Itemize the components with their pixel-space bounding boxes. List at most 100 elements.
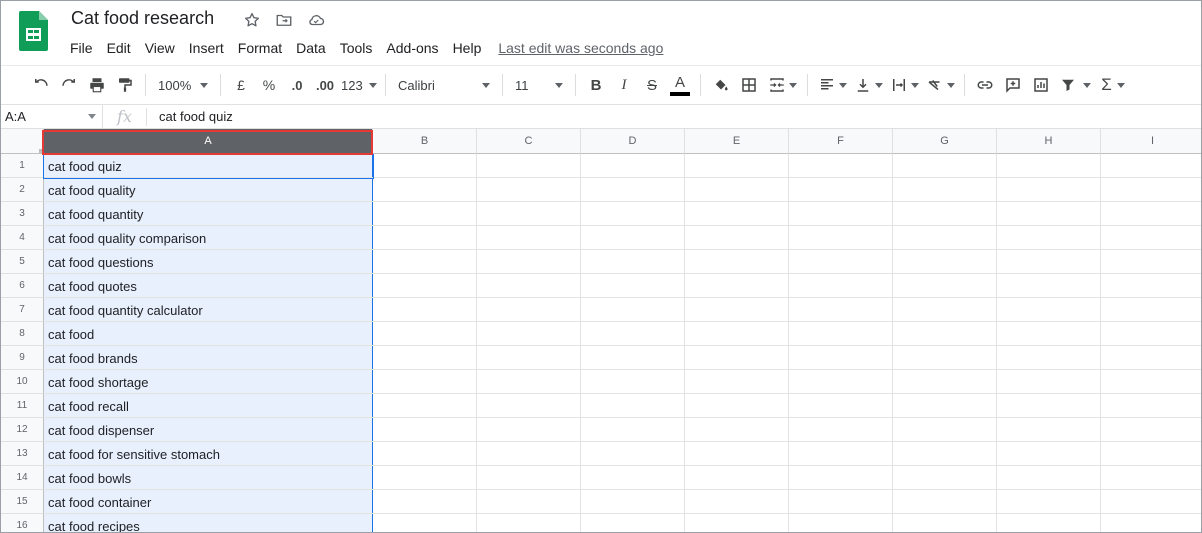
cell-a7[interactable]: cat food quantity calculator: [44, 298, 373, 322]
menu-file[interactable]: File: [63, 40, 100, 56]
column-header-b[interactable]: B: [373, 129, 477, 154]
insert-comment-icon[interactable]: [999, 71, 1027, 99]
last-edit-link[interactable]: Last edit was seconds ago: [498, 40, 663, 56]
row-header[interactable]: 12: [1, 418, 44, 442]
text-wrapping-icon[interactable]: [886, 71, 922, 99]
toolbar-divider: [700, 74, 701, 96]
sigma-icon: Σ: [1101, 75, 1112, 94]
sheets-logo-icon[interactable]: [19, 11, 48, 51]
filter-icon[interactable]: [1055, 71, 1095, 99]
toolbar-divider: [964, 74, 965, 96]
increase-decimal-button[interactable]: .00: [311, 71, 339, 99]
fill-color-icon[interactable]: [707, 71, 735, 99]
cell-a16[interactable]: cat food recipes: [44, 514, 373, 533]
percent-button[interactable]: %: [255, 71, 283, 99]
cell-a12[interactable]: cat food dispenser: [44, 418, 373, 442]
italic-button[interactable]: I: [610, 71, 638, 99]
menu-tools[interactable]: Tools: [333, 40, 380, 56]
select-all-corner[interactable]: [1, 129, 44, 154]
row-header[interactable]: 1: [1, 154, 44, 178]
functions-button[interactable]: Σ: [1095, 71, 1131, 99]
borders-icon[interactable]: [735, 71, 763, 99]
cell-a8[interactable]: cat food: [44, 322, 373, 346]
row-header[interactable]: 13: [1, 442, 44, 466]
column-header-g[interactable]: G: [893, 129, 997, 154]
zoom-select[interactable]: 100%: [152, 71, 214, 99]
formula-input[interactable]: cat food quiz: [147, 109, 233, 124]
row-header[interactable]: 5: [1, 250, 44, 274]
cell-a13[interactable]: cat food for sensitive stomach: [44, 442, 373, 466]
cell-a3[interactable]: cat food quantity: [44, 202, 373, 226]
row-header[interactable]: 3: [1, 202, 44, 226]
horizontal-align-icon[interactable]: [814, 71, 850, 99]
paint-format-icon[interactable]: [111, 71, 139, 99]
column-header-i[interactable]: I: [1101, 129, 1201, 154]
zoom-value: 100%: [158, 77, 192, 93]
vertical-align-icon[interactable]: [850, 71, 886, 99]
insert-link-icon[interactable]: [971, 71, 999, 99]
row-header[interactable]: 4: [1, 226, 44, 250]
column-header-d[interactable]: D: [581, 129, 685, 154]
strikethrough-button[interactable]: S: [638, 71, 666, 99]
cloud-status-icon[interactable]: [305, 9, 327, 31]
spreadsheet-grid: A B C D E F G H I 1 cat food quiz 2 cat food quality…: [1, 129, 1201, 533]
menu-view[interactable]: View: [138, 40, 182, 56]
name-box[interactable]: A:A: [1, 104, 103, 129]
decrease-decimal-button[interactable]: .0: [283, 71, 311, 99]
text-color-icon: A: [674, 73, 685, 91]
column-header-a[interactable]: A: [44, 129, 373, 154]
menu-help[interactable]: Help: [446, 40, 489, 56]
chevron-down-icon: [369, 82, 377, 88]
name-box-value: A:A: [5, 109, 26, 124]
menu-edit[interactable]: Edit: [100, 40, 138, 56]
column-header-e[interactable]: E: [685, 129, 789, 154]
cell-a5[interactable]: cat food questions: [44, 250, 373, 274]
cell-a4[interactable]: cat food quality comparison: [44, 226, 373, 250]
move-folder-icon[interactable]: [273, 9, 295, 31]
menu-data[interactable]: Data: [289, 40, 333, 56]
column-header-c[interactable]: C: [477, 129, 581, 154]
print-icon[interactable]: [83, 71, 111, 99]
toolbar-divider: [385, 74, 386, 96]
chevron-down-icon: [482, 82, 490, 88]
bold-button[interactable]: B: [582, 71, 610, 99]
row-header[interactable]: 6: [1, 274, 44, 298]
row-header[interactable]: 11: [1, 394, 44, 418]
row-header[interactable]: 10: [1, 370, 44, 394]
menu-format[interactable]: Format: [231, 40, 289, 56]
document-title[interactable]: Cat food research: [71, 8, 214, 29]
chevron-down-icon: [838, 82, 847, 88]
row-header[interactable]: 2: [1, 178, 44, 202]
insert-chart-icon[interactable]: [1027, 71, 1055, 99]
font-size-select[interactable]: 11: [509, 71, 569, 99]
formula-bar: A:A fx cat food quiz: [1, 104, 1201, 129]
cell-a6[interactable]: cat food quotes: [44, 274, 373, 298]
column-header-f[interactable]: F: [789, 129, 893, 154]
cell-a11[interactable]: cat food recall: [44, 394, 373, 418]
cell-a9[interactable]: cat food brands: [44, 346, 373, 370]
row-header[interactable]: 16: [1, 514, 44, 532]
font-select[interactable]: Calibri: [392, 71, 496, 99]
text-color-button[interactable]: A: [666, 71, 694, 99]
redo-icon[interactable]: [55, 71, 83, 99]
row-header[interactable]: 7: [1, 298, 44, 322]
cell-a14[interactable]: cat food bowls: [44, 466, 373, 490]
menu-add-ons[interactable]: Add-ons: [379, 40, 445, 56]
star-icon[interactable]: [241, 9, 263, 31]
cell-a2[interactable]: cat food quality: [44, 178, 373, 202]
merge-cells-icon[interactable]: [763, 71, 801, 99]
row-header[interactable]: 9: [1, 346, 44, 370]
chevron-down-icon: [200, 82, 208, 88]
text-rotation-icon[interactable]: [922, 71, 958, 99]
column-header-h[interactable]: H: [997, 129, 1101, 154]
row-header[interactable]: 14: [1, 466, 44, 490]
cell-a10[interactable]: cat food shortage: [44, 370, 373, 394]
currency-button[interactable]: £: [227, 71, 255, 99]
more-formats-select[interactable]: 123: [339, 71, 379, 99]
row-header[interactable]: 8: [1, 322, 44, 346]
cell-a1[interactable]: cat food quiz: [44, 154, 373, 178]
undo-icon[interactable]: [27, 71, 55, 99]
row-header[interactable]: 15: [1, 490, 44, 514]
menu-insert[interactable]: Insert: [182, 40, 231, 56]
cell-a15[interactable]: cat food container: [44, 490, 373, 514]
